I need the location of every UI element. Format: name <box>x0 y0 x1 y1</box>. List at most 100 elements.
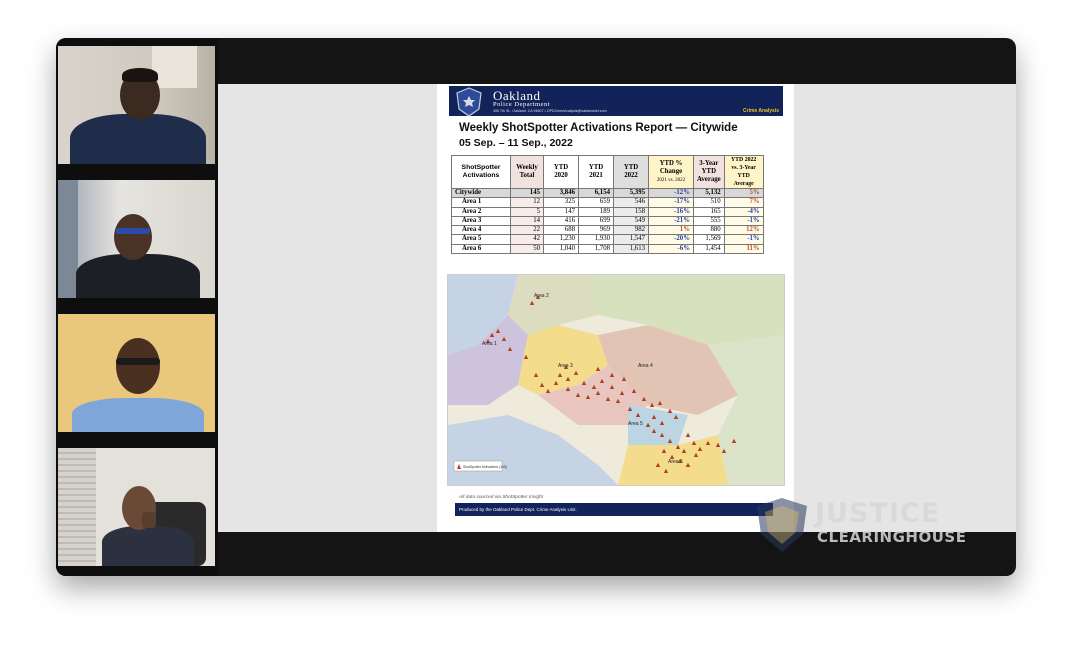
participant-tile-1[interactable] <box>58 46 215 164</box>
shared-screen: Oakland Police Department 455 7th St., O… <box>218 84 1016 532</box>
cell-ytd2020: 3,846 <box>543 187 579 199</box>
table-row: Area 3 14 416 699 549 -21% 555 -1% <box>451 215 764 227</box>
cell-avg: 1,569 <box>693 234 725 245</box>
row-label: Area 4 <box>451 225 511 236</box>
cell-vs: -4% <box>723 206 764 217</box>
cell-weekly: 14 <box>510 215 544 227</box>
cell-avg: 165 <box>693 206 725 217</box>
col-header-weekly: Weekly Total <box>510 155 544 189</box>
cell-weekly: 50 <box>510 243 544 255</box>
department-subname: Police Department <box>493 101 551 108</box>
col-header-change: YTD % Change 2021 vs. 2022 <box>648 155 694 189</box>
report-header-banner: Oakland Police Department 455 7th St., O… <box>449 86 783 117</box>
cell-change: -17% <box>648 197 694 208</box>
table-row-citywide: Citywide 145 3,846 6,154 5,395 -12% 5,132 5% <box>451 187 764 199</box>
source-note: All data sourced via ShotSpotter Insight <box>459 495 543 500</box>
cell-change: -6% <box>648 243 694 255</box>
cell-ytd2020: 416 <box>543 215 579 227</box>
cell-ytd2021: 699 <box>578 215 614 227</box>
cell-avg: 5,132 <box>693 187 725 199</box>
watermark-line1: JUSTICE <box>815 498 941 529</box>
report-footer: Produced by the Oakland Police Dept. Cri… <box>455 503 773 516</box>
cell-avg: 1,454 <box>693 243 725 255</box>
cell-ytd2021: 1,930 <box>578 234 614 245</box>
cell-ytd2021: 659 <box>578 197 614 208</box>
table-row: Area 1 12 325 659 546 -17% 510 7% <box>451 197 764 208</box>
row-label: Area 1 <box>451 197 511 208</box>
col-header-avg: 3-Year YTD Average <box>693 155 725 189</box>
row-label: Citywide <box>451 187 511 199</box>
map-area-label: Area 4 <box>638 363 653 369</box>
col-header-ytd2020: YTD 2020 <box>543 155 579 189</box>
police-badge-icon <box>456 87 482 117</box>
table-row: Area 5 42 1,230 1,930 1,547 -20% 1,569 -1% <box>451 234 764 245</box>
table-row: Area 4 22 688 969 982 1% 880 12% <box>451 225 764 236</box>
cell-weekly: 22 <box>510 225 544 236</box>
cell-weekly: 42 <box>510 234 544 245</box>
participant-tile-3[interactable] <box>58 314 215 432</box>
shield-logo-icon <box>757 498 807 552</box>
map-canvas: Area 1 Area 2 Area 3 Area 4 Area 5 Area 6 Sho… <box>448 275 784 485</box>
participant-gallery <box>56 38 218 576</box>
cell-avg: 510 <box>693 197 725 208</box>
map-area-label: Area 6 <box>668 459 683 465</box>
cell-ytd2021: 1,708 <box>578 243 614 255</box>
cell-ytd2021: 189 <box>578 206 614 217</box>
cell-ytd2022: 158 <box>613 206 649 217</box>
col-header-ytd2022: YTD 2022 <box>613 155 649 189</box>
table-header-row: ShotSpotter Activations Weekly Total YTD… <box>451 155 764 189</box>
cell-vs: 5% <box>723 187 764 199</box>
cell-ytd2020: 688 <box>543 225 579 236</box>
cell-ytd2022: 1,547 <box>613 234 649 245</box>
report-document: Oakland Police Department 455 7th St., O… <box>437 84 794 532</box>
watermark-line2: CLEARINGHOUSE <box>817 528 967 546</box>
col-header-change-label: YTD % Change <box>659 159 683 175</box>
department-address: 455 7th St., Oakland, CA 94607 • OPDCrim… <box>493 109 607 113</box>
cell-ytd2022: 982 <box>613 225 649 236</box>
cell-change: -12% <box>648 187 694 199</box>
cell-vs: 12% <box>723 225 764 236</box>
row-label: Area 2 <box>451 206 511 217</box>
table-row: Area 2 5 147 189 158 -16% 165 -4% <box>451 206 764 217</box>
cell-ytd2022: 5,395 <box>613 187 649 199</box>
cell-vs: -1% <box>723 234 764 245</box>
cell-ytd2021: 969 <box>578 225 614 236</box>
col-header-ytd2021: YTD 2021 <box>578 155 614 189</box>
cell-ytd2020: 1,230 <box>543 234 579 245</box>
activations-table: ShotSpotter Activations Weekly Total YTD… <box>451 155 764 255</box>
cell-ytd2021: 6,154 <box>578 187 614 199</box>
cell-ytd2020: 325 <box>543 197 579 208</box>
cell-avg: 880 <box>693 225 725 236</box>
map-legend: ShotSpotter Activations (145) <box>463 465 507 469</box>
unit-tag: Crime Analysis <box>743 108 779 114</box>
cell-avg: 555 <box>693 215 725 227</box>
row-label: Area 5 <box>451 234 511 245</box>
cell-weekly: 145 <box>510 187 544 199</box>
row-label: Area 6 <box>451 243 511 255</box>
cell-ytd2020: 1,040 <box>543 243 579 255</box>
map-area-label: Area 1 <box>482 341 497 347</box>
cell-ytd2022: 546 <box>613 197 649 208</box>
justice-clearinghouse-watermark: JUSTICE CLEARINGHOUSE <box>747 492 1007 556</box>
cell-ytd2022: 1,613 <box>613 243 649 255</box>
cell-vs: -1% <box>723 215 764 227</box>
cell-vs: 11% <box>723 243 764 255</box>
cell-weekly: 5 <box>510 206 544 217</box>
cell-change: -21% <box>648 215 694 227</box>
cell-change: -20% <box>648 234 694 245</box>
map-area-label: Area 2 <box>534 293 549 299</box>
report-date-range: 05 Sep. – 11 Sep., 2022 <box>459 137 573 149</box>
map-area-label: Area 3 <box>558 363 573 369</box>
cell-ytd2020: 147 <box>543 206 579 217</box>
col-header-vs: YTD 2022 vs. 3-Year YTD Average <box>723 155 764 189</box>
participant-tile-2[interactable] <box>58 180 215 298</box>
cell-change: 1% <box>648 225 694 236</box>
row-label: Area 3 <box>451 215 511 227</box>
cell-weekly: 12 <box>510 197 544 208</box>
report-title: Weekly ShotSpotter Activations Report — … <box>459 122 738 134</box>
participant-tile-4[interactable] <box>58 448 215 566</box>
table-row: Area 6 50 1,040 1,708 1,613 -6% 1,454 11% <box>451 243 764 255</box>
shotspotter-map: Area 1 Area 2 Area 3 Area 4 Area 5 Area 6 Sho… <box>447 274 785 486</box>
col-header-activations: ShotSpotter Activations <box>451 155 511 189</box>
map-area-label: Area 5 <box>628 421 643 427</box>
